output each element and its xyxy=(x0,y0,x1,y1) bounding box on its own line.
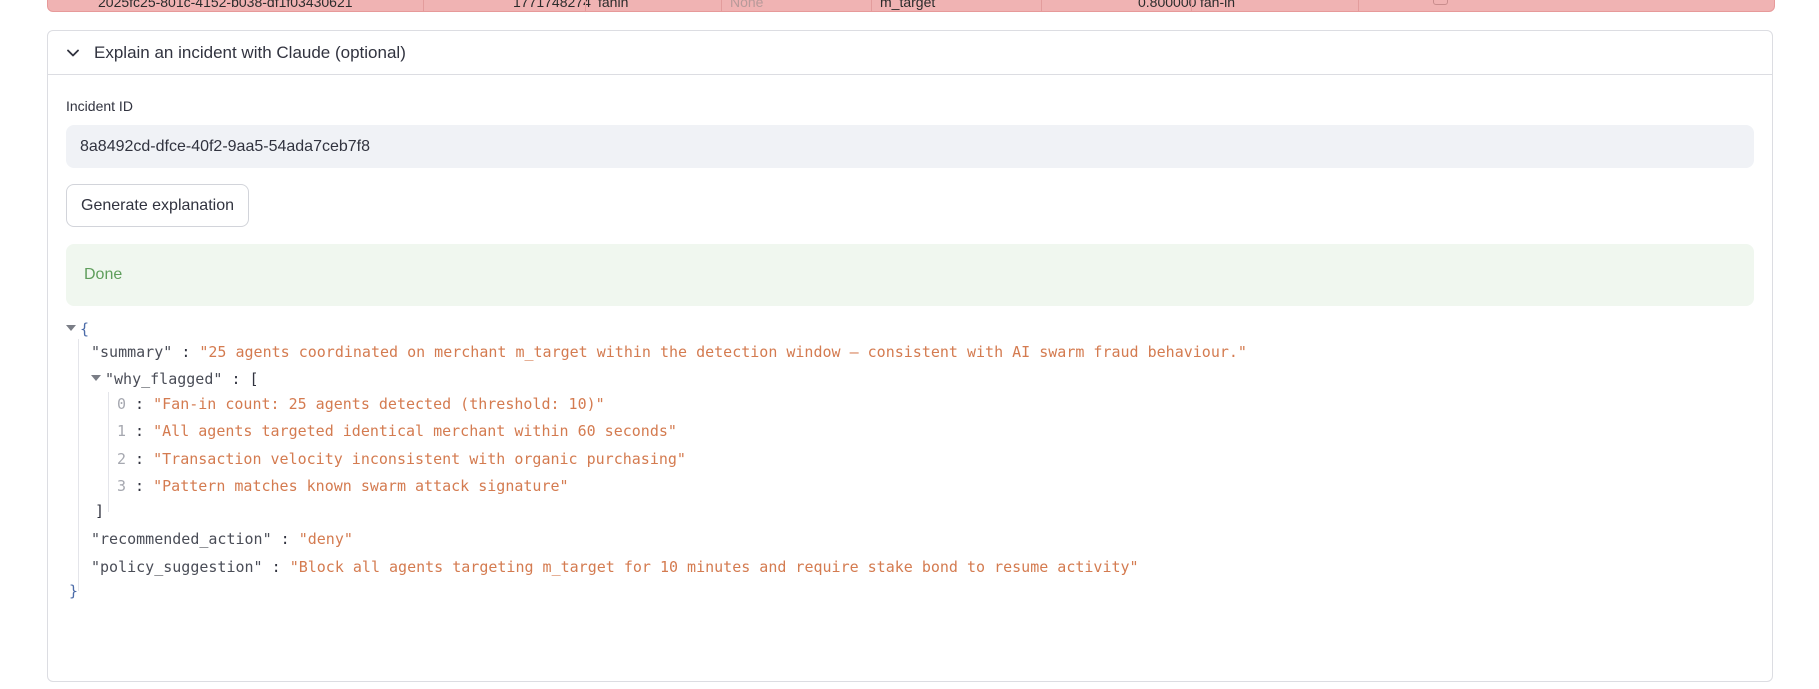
json-action-row: "recommended_action" : "deny" xyxy=(91,530,353,548)
json-policy-row: "policy_suggestion" : "Block all agents … xyxy=(91,558,1139,576)
json-array-item: 0 : "Fan-in count: 25 agents detected (t… xyxy=(117,395,605,413)
json-key: "recommended_action" xyxy=(91,530,272,548)
json-open-brace: { xyxy=(80,320,90,338)
cell-score: 0.800000 xyxy=(1138,0,1197,10)
expander-header[interactable]: Explain an incident with Claude (optiona… xyxy=(48,31,1772,75)
column-divider xyxy=(1358,0,1359,11)
cell-type: fanin xyxy=(598,0,629,10)
chevron-down-icon xyxy=(66,46,80,60)
column-divider xyxy=(1191,0,1192,11)
column-divider xyxy=(871,0,872,11)
cell-id: 2025fc25-801c-4152-b038-df1f03430621 xyxy=(98,0,353,10)
json-array-item: 1 : "All agents targeted identical merch… xyxy=(117,422,677,440)
explain-incident-expander: Explain an incident with Claude (optiona… xyxy=(47,30,1773,682)
table-row[interactable]: 2025fc25-801c-4152-b038-df1f03430621 177… xyxy=(47,0,1775,12)
indent-guide xyxy=(108,392,109,512)
status-success-box: Done xyxy=(66,244,1754,306)
json-string-value: "deny" xyxy=(298,530,353,548)
row-checkbox[interactable] xyxy=(1433,0,1448,5)
cell-merchant: m_target xyxy=(880,0,936,10)
json-summary-row: "summary" : "25 agents coordinated on me… xyxy=(91,343,1247,361)
incident-id-label: Incident ID xyxy=(66,98,133,114)
status-text: Done xyxy=(84,266,123,283)
expander-title: Explain an incident with Claude (optiona… xyxy=(94,42,406,62)
json-string-value: "Block all agents targeting m_target for… xyxy=(289,558,1139,576)
cell-timestamp: 1771748274 xyxy=(513,0,591,10)
json-key: "why_flagged" xyxy=(105,370,223,388)
cell-reason: fan-in xyxy=(1200,0,1236,10)
json-array-item: 2 : "Transaction velocity inconsistent w… xyxy=(117,450,686,468)
json-key: "policy_suggestion" xyxy=(91,558,263,576)
json-array-item: 3 : "Pattern matches known swarm attack … xyxy=(117,477,569,495)
json-close-brace: } xyxy=(69,582,79,600)
json-close-bracket: ] xyxy=(95,502,105,520)
indent-guide xyxy=(78,339,79,591)
column-divider xyxy=(721,0,722,11)
collapse-caret-icon[interactable] xyxy=(66,325,76,331)
column-divider xyxy=(585,0,586,11)
generate-explanation-button[interactable]: Generate explanation xyxy=(66,184,249,227)
json-string-value: "25 agents coordinated on merchant m_tar… xyxy=(199,343,1247,361)
cell-none: None xyxy=(730,0,764,10)
incident-id-input[interactable] xyxy=(66,125,1754,168)
collapse-caret-icon[interactable] xyxy=(91,375,101,381)
json-key: "summary" xyxy=(91,343,173,361)
json-why-row: "why_flagged" : [ xyxy=(91,368,259,390)
column-divider xyxy=(423,0,424,11)
column-divider xyxy=(1041,0,1042,11)
json-open-bracket: [ xyxy=(249,370,259,388)
